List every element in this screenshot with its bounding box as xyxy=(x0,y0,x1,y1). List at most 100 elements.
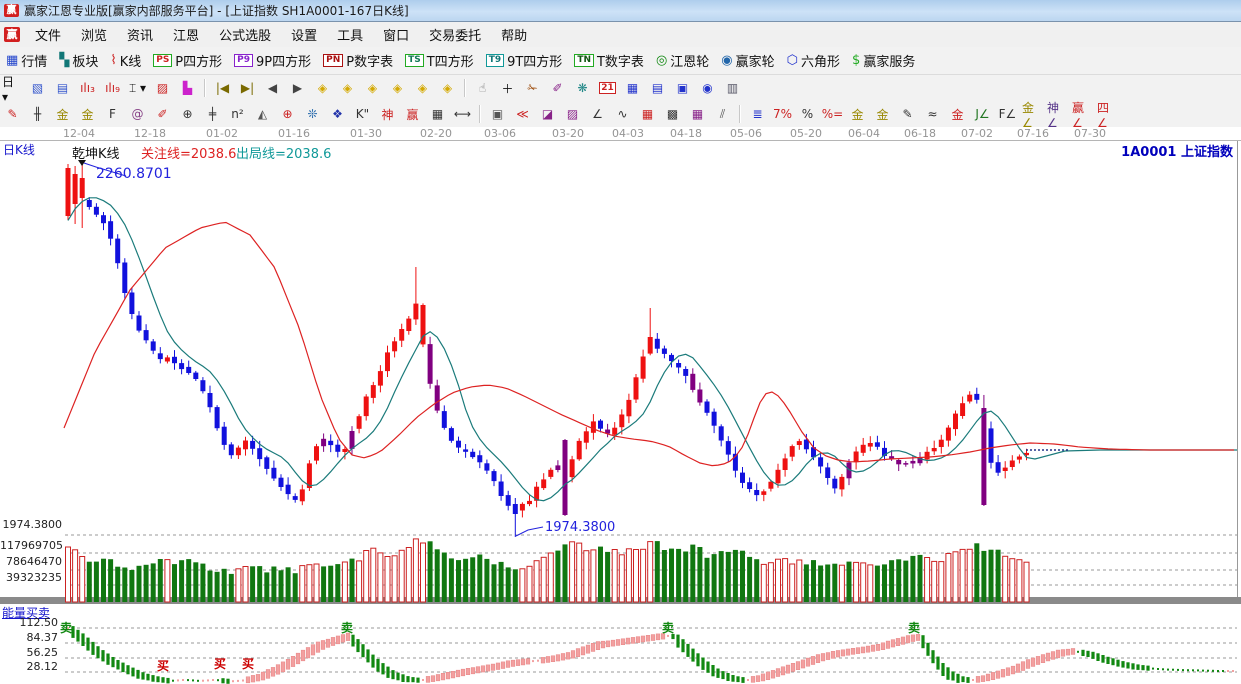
chart-area[interactable]: 12-0412-1801-0201-1601-3002-2003-0603-20… xyxy=(0,127,1241,684)
toolbar-button-quotes[interactable]: ▦行情 xyxy=(0,49,53,72)
calculator-tool[interactable]: ▦ xyxy=(621,77,644,99)
wave-line-tool[interactable]: ∿ xyxy=(611,103,634,125)
p9-square-icon: P9 xyxy=(234,54,253,67)
spiral-tool[interactable]: @ xyxy=(126,103,149,125)
toolbar-button-t9-square[interactable]: T99T四方形 xyxy=(480,49,569,72)
time-circle-tool[interactable]: ⊕ xyxy=(176,103,199,125)
percent-line-tool[interactable]: %= xyxy=(821,103,844,125)
cut-tool[interactable]: ✁ xyxy=(521,77,544,99)
menu-item-窗口[interactable]: 窗口 xyxy=(373,23,419,46)
next-bar-button[interactable]: ▶ xyxy=(286,77,309,99)
zoom-out-button[interactable]: ◈ xyxy=(411,77,434,99)
gold-channel-tool[interactable]: 金 xyxy=(76,103,99,125)
crosshair-tool[interactable]: ＋ xyxy=(496,77,519,99)
toolbar-button-winner-wheel[interactable]: ◉赢家轮 xyxy=(715,49,780,72)
menu-item-工具[interactable]: 工具 xyxy=(327,23,373,46)
scroll-right-button[interactable]: ◈ xyxy=(336,77,359,99)
save-tool[interactable]: ▣ xyxy=(671,77,694,99)
percent-seven-tool[interactable]: 7% xyxy=(771,103,794,125)
angle-gold-tool[interactable]: 金∠ xyxy=(1021,103,1044,125)
bars-3-icon[interactable]: ılı₃ xyxy=(76,77,99,99)
menu-item-设置[interactable]: 设置 xyxy=(281,23,327,46)
star-compass-tool[interactable]: ❊ xyxy=(301,103,324,125)
angle-f-tool[interactable]: F∠ xyxy=(996,103,1019,125)
gold-section-tool[interactable]: 金 xyxy=(51,103,74,125)
grid-dark-tool[interactable]: ▩ xyxy=(661,103,684,125)
compress-horizontal-button[interactable]: ◈ xyxy=(386,77,409,99)
fan-lines-tool[interactable]: ≪ xyxy=(511,103,534,125)
wave-a-tool[interactable]: ≈ xyxy=(921,103,944,125)
gold-red-tool[interactable]: 金 xyxy=(946,103,969,125)
energy-axis-label: 28.12 xyxy=(0,660,58,673)
period-day-dropdown[interactable]: 日 ▾ xyxy=(1,77,24,99)
candle-style-dropdown[interactable]: ⌶ ▾ xyxy=(126,77,149,99)
angle-ying-tool[interactable]: 赢∠ xyxy=(1071,103,1094,125)
first-bar-button[interactable]: |◀ xyxy=(211,77,234,99)
toolbar-button-sectors[interactable]: ▚板块 xyxy=(53,49,104,72)
n-square-tool[interactable]: n² xyxy=(226,103,249,125)
toolbar-button-winner-service[interactable]: $赢家服务 xyxy=(846,49,921,72)
toolbar-button-hexagon[interactable]: ⬡六角形 xyxy=(781,49,846,72)
menu-item-公式选股[interactable]: 公式选股 xyxy=(209,23,281,46)
width-arrows-tool[interactable]: ⟷ xyxy=(451,103,474,125)
menu-item-资讯[interactable]: 资讯 xyxy=(117,23,163,46)
spider-web-tool[interactable]: ❖ xyxy=(326,103,349,125)
expand-horizontal-button[interactable]: ◈ xyxy=(361,77,384,99)
annotate-tool[interactable]: ✐ xyxy=(546,77,569,99)
report-tool[interactable]: ▤ xyxy=(646,77,669,99)
menu-item-文件[interactable]: 文件 xyxy=(25,23,71,46)
toolbar-button-kline[interactable]: ⌇K线 xyxy=(104,49,147,72)
gold-circle-tool[interactable]: 金 xyxy=(846,103,869,125)
toolbar-button-t-number-table[interactable]: TNT数字表 xyxy=(568,49,650,72)
brush-line-tool[interactable]: ✎ xyxy=(896,103,919,125)
shen-tool[interactable]: 神 xyxy=(376,103,399,125)
menu-item-江恩[interactable]: 江恩 xyxy=(163,23,209,46)
angle-line-tool[interactable]: ∠ xyxy=(586,103,609,125)
box-tool[interactable]: ▣ xyxy=(486,103,509,125)
mirror-angle-tool[interactable]: ◭ xyxy=(251,103,274,125)
toolbar-button-t-square[interactable]: TST四方形 xyxy=(399,49,480,72)
gann-lines-tool[interactable]: ╫ xyxy=(26,103,49,125)
compass-tool[interactable]: ⊕ xyxy=(276,103,299,125)
fan-box-tool[interactable]: ◪ xyxy=(536,103,559,125)
bars-9-icon[interactable]: ılı₉ xyxy=(101,77,124,99)
pattern-box-icon[interactable]: ▨ xyxy=(151,77,174,99)
toolbar-button-p9-square[interactable]: P99P四方形 xyxy=(228,49,317,72)
percent-tool[interactable]: % xyxy=(796,103,819,125)
menu-item-交易委托[interactable]: 交易委托 xyxy=(419,23,491,46)
profile-chart-icon[interactable]: ▙ xyxy=(176,77,199,99)
prev-bar-button[interactable]: ◀ xyxy=(261,77,284,99)
scroll-left-button[interactable]: ◈ xyxy=(311,77,334,99)
export-tool[interactable]: ◉ xyxy=(696,77,719,99)
parallel-lines-tool[interactable]: ⫽ xyxy=(711,103,734,125)
angle-shen-tool[interactable]: 神∠ xyxy=(1046,103,1069,125)
print-tool[interactable]: ▥ xyxy=(721,77,744,99)
calendar-tool[interactable]: 21 xyxy=(596,77,619,99)
grid-red-tool[interactable]: ▦ xyxy=(636,103,659,125)
kline-chart-canvas[interactable] xyxy=(0,127,1241,684)
toolbar-button-gann-wheel[interactable]: ◎江恩轮 xyxy=(650,49,715,72)
ruler-123-tool[interactable]: ▦ xyxy=(426,103,449,125)
measure-pen-tool[interactable]: ✐ xyxy=(151,103,174,125)
web-box-tool[interactable]: ▨ xyxy=(561,103,584,125)
menu-item-帮助[interactable]: 帮助 xyxy=(491,23,537,46)
pattern-tool[interactable]: ❋ xyxy=(571,77,594,99)
price-lines-tool[interactable]: ╪ xyxy=(201,103,224,125)
gold-line-tool[interactable]: 金 xyxy=(871,103,894,125)
angle-si-tool[interactable]: 四∠ xyxy=(1096,103,1119,125)
zoom-in-button[interactable]: ◈ xyxy=(436,77,459,99)
angle-j-tool[interactable]: J∠ xyxy=(971,103,994,125)
ying-tool[interactable]: 赢 xyxy=(401,103,424,125)
toolbar-button-p-number-table[interactable]: PNP数字表 xyxy=(317,49,399,72)
fibonacci-tool[interactable]: F xyxy=(101,103,124,125)
hand-tool[interactable]: ☝ xyxy=(471,77,494,99)
toolbar-button-p-square[interactable]: PSP四方形 xyxy=(147,49,228,72)
last-bar-button[interactable]: ▶| xyxy=(236,77,259,99)
level-steps-tool[interactable]: ≣ xyxy=(746,103,769,125)
info-doc-icon[interactable]: ▤ xyxy=(51,77,74,99)
web-grid-tool[interactable]: ▦ xyxy=(686,103,709,125)
zone-select-icon[interactable]: ▧ xyxy=(26,77,49,99)
menu-item-浏览[interactable]: 浏览 xyxy=(71,23,117,46)
pen-tool[interactable]: ✎ xyxy=(1,103,24,125)
k-mark-tool[interactable]: K" xyxy=(351,103,374,125)
